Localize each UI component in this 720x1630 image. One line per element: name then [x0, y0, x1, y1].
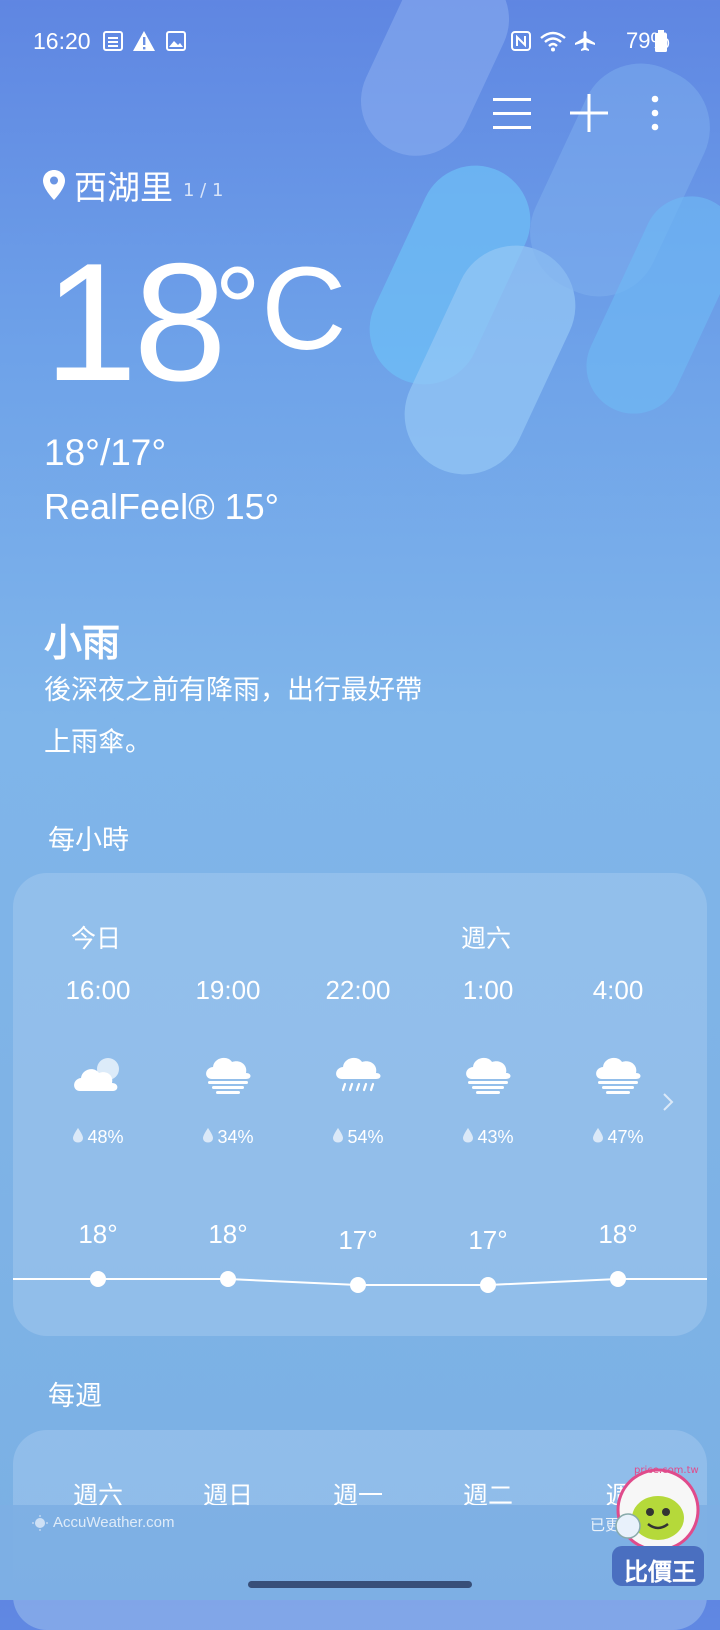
chevron-right-icon[interactable]	[661, 1091, 675, 1117]
hourly-precip-value: 43%	[477, 1127, 514, 1147]
hourly-precip-value: 48%	[87, 1127, 124, 1147]
location-page-indicator: 1 / 1	[183, 179, 224, 201]
airplane-icon	[573, 30, 597, 52]
raindrop-icon	[332, 1127, 344, 1148]
add-location-button[interactable]	[566, 90, 612, 136]
provider-name: AccuWeather.com	[53, 1514, 175, 1531]
location-selector[interactable]: 西湖里 1 / 1	[42, 165, 224, 207]
fog-cloud-icon	[200, 1051, 256, 1099]
raindrop-icon	[592, 1127, 604, 1148]
hourly-precip: 43%	[428, 1127, 548, 1148]
nfc-icon	[510, 30, 532, 52]
raindrop-icon	[202, 1127, 214, 1148]
hourly-precip: 48%	[38, 1127, 158, 1148]
fog-cloud-icon	[590, 1051, 646, 1099]
hourly-precip-value: 54%	[347, 1127, 384, 1147]
hourly-precip: 54%	[298, 1127, 418, 1148]
high-low-temperature: 18°/17°	[44, 432, 167, 473]
hourly-time: 16:00	[65, 975, 131, 1005]
hourly-temperature-graph	[13, 1271, 707, 1293]
hourly-precip-value: 34%	[217, 1127, 254, 1147]
image-icon	[165, 30, 187, 52]
hourly-time: 1:00	[462, 975, 514, 1005]
hourly-precip: 34%	[168, 1127, 288, 1148]
hourly-precip-value: 47%	[607, 1127, 644, 1147]
menu-icon	[493, 98, 531, 129]
hourly-forecast-card[interactable]: 今日 週六 16:00 48% 18° 19:00 34% 18° 22:00 54% 17° 1…	[13, 873, 707, 1336]
realfeel-temperature: RealFeel® 15°	[44, 486, 280, 527]
fog-cloud-icon	[460, 1051, 516, 1099]
weather-description: 後深夜之前有降雨，出行最好帶 上雨傘。	[44, 665, 484, 769]
watermark-logo: 比價王 price.com.tw	[600, 1462, 712, 1594]
watermark-site: price.com.tw	[634, 1465, 699, 1476]
hourly-section-title: 每小時	[48, 825, 129, 856]
more-vert-icon	[651, 95, 659, 131]
hourly-temp-point	[350, 1277, 366, 1293]
hourly-temp: 17°	[468, 1225, 508, 1255]
weekly-section-title: 每週	[48, 1381, 102, 1412]
hourly-temp: 17°	[338, 1225, 378, 1255]
hourly-temp: 18°	[598, 1219, 638, 1249]
sim-card-icon	[102, 30, 124, 52]
add-icon	[570, 94, 608, 132]
temperature-unit: °C	[214, 243, 347, 375]
weather-description-line: 後深夜之前有降雨，出行最好帶	[44, 675, 422, 706]
rain-cloud-icon	[330, 1051, 386, 1099]
watermark-text: 比價王	[624, 1558, 696, 1586]
location-name: 西湖里	[74, 168, 173, 207]
hourly-precip: 47%	[558, 1127, 678, 1148]
hourly-temp-point	[610, 1271, 626, 1287]
hourly-temp-point	[220, 1271, 236, 1287]
wifi-icon	[540, 30, 566, 52]
more-options-button[interactable]	[640, 90, 670, 136]
location-pin-icon	[43, 170, 65, 200]
current-temperature: 18	[44, 228, 227, 416]
raindrop-icon	[72, 1127, 84, 1148]
weather-condition: 小雨	[44, 621, 121, 665]
menu-button[interactable]	[489, 90, 535, 136]
hourly-temp: 18°	[78, 1219, 118, 1249]
weather-description-line: 上雨傘。	[44, 727, 152, 758]
accuweather-link[interactable]: AccuWeather.com	[32, 1514, 174, 1531]
warning-icon	[132, 30, 155, 52]
hourly-day-label-today: 今日	[71, 924, 122, 953]
gesture-nav-handle[interactable]	[248, 1581, 472, 1588]
raindrop-icon	[462, 1127, 474, 1148]
partly-cloudy-icon	[70, 1051, 126, 1099]
accuweather-logo-icon	[32, 1514, 48, 1531]
hourly-temp-point	[480, 1277, 496, 1293]
hourly-day-label-next: 週六	[461, 924, 512, 953]
status-bar: 16:20 79%	[0, 22, 720, 62]
hourly-time: 22:00	[325, 975, 391, 1005]
hourly-temp: 18°	[208, 1219, 248, 1249]
battery-icon	[654, 30, 668, 52]
status-time: 16:20	[33, 28, 91, 54]
hourly-time: 19:00	[195, 975, 261, 1005]
hourly-time: 4:00	[592, 975, 644, 1005]
hourly-temp-point	[90, 1271, 106, 1287]
